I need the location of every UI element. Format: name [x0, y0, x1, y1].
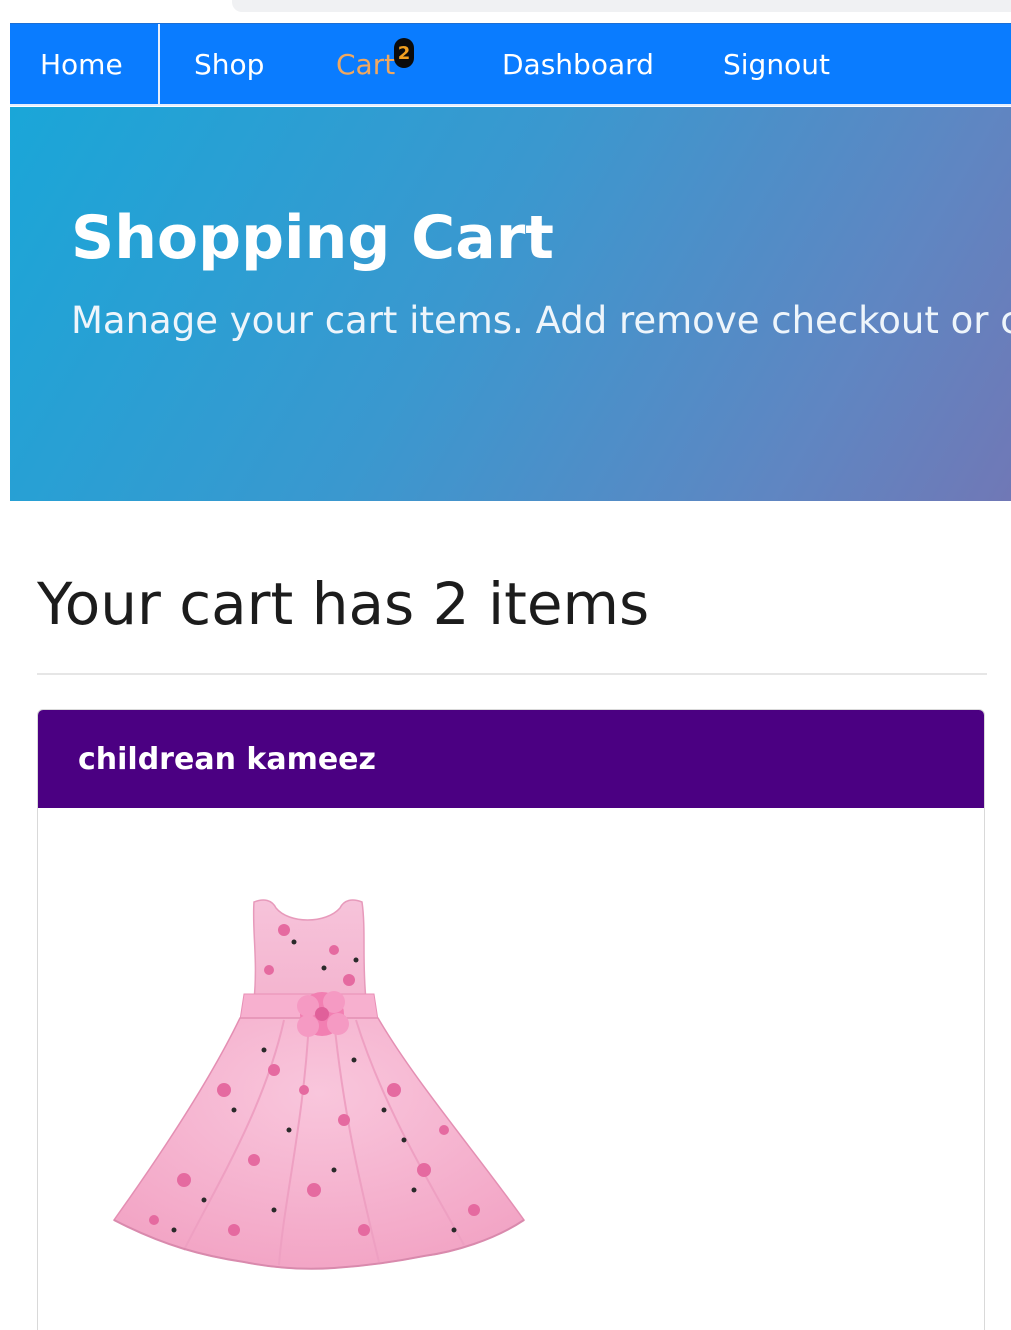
nav-cart-label: Cart — [336, 47, 396, 81]
page-title: Shopping Cart — [71, 203, 554, 273]
nav-home-link[interactable]: Home — [10, 24, 160, 104]
nav-shop-link[interactable]: Shop — [160, 24, 306, 104]
nav-signout-label: Signout — [723, 47, 830, 81]
divider — [37, 673, 987, 675]
browser-strip — [232, 0, 1011, 12]
product-name: childrean kameez — [78, 741, 376, 777]
cart-count-badge: 2 — [394, 38, 414, 68]
page-subtitle: Manage your cart items. Add remove check… — [71, 299, 1011, 342]
cart-summary-heading: Your cart has 2 items — [37, 570, 650, 638]
top-navbar: Home Shop Cart 2 Dashboard Signout — [10, 23, 1011, 106]
nav-cart-link[interactable]: Cart 2 — [306, 24, 462, 104]
nav-dashboard-label: Dashboard — [502, 47, 654, 81]
nav-dashboard-link[interactable]: Dashboard — [462, 24, 683, 104]
page: Home Shop Cart 2 Dashboard Signout Shopp… — [0, 0, 1011, 1330]
cart-item-card: childrean kameez — [37, 709, 985, 1330]
nav-shop-label: Shop — [194, 47, 265, 81]
pink-floral-dress-image — [112, 899, 526, 1270]
hero-banner: Shopping Cart Manage your cart items. Ad… — [10, 107, 1011, 501]
nav-signout-link[interactable]: Signout — [683, 24, 883, 104]
nav-home-label: Home — [40, 47, 123, 81]
cart-item-header: childrean kameez — [38, 710, 984, 808]
